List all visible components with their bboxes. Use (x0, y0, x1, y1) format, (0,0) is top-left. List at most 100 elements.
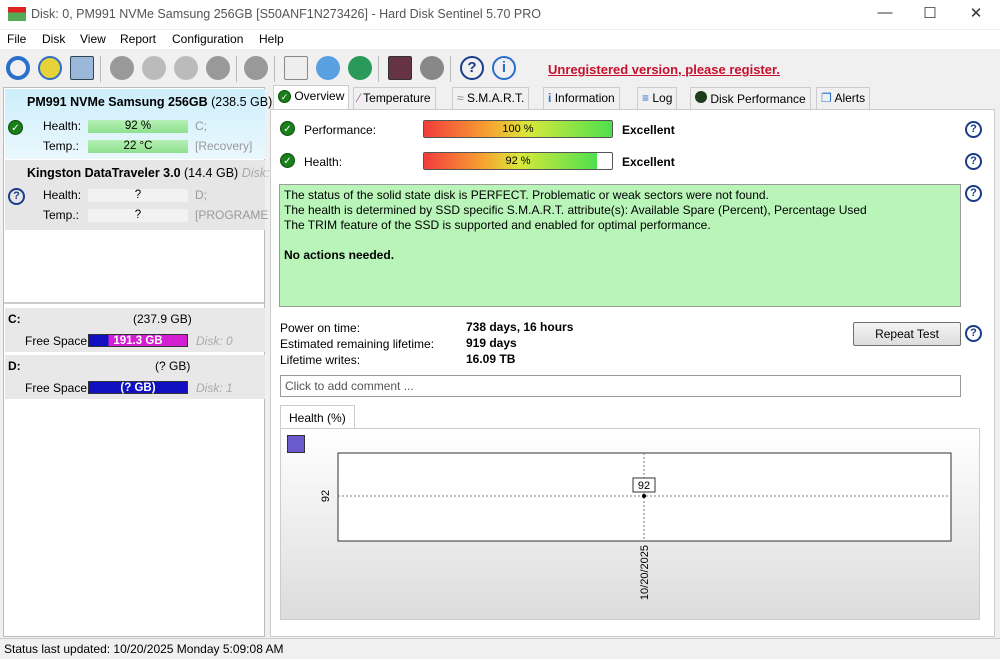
refresh-icon[interactable] (6, 56, 30, 80)
menu-view[interactable]: View (80, 32, 106, 46)
thermometer-icon: ⁄ (358, 91, 360, 105)
volume-disk: Disk: 0 (196, 334, 233, 348)
tab-temperature[interactable]: ⁄ Temperature (353, 87, 436, 109)
minimize-button[interactable]: — (870, 4, 900, 24)
drive-letters: C; (195, 119, 207, 133)
volume-disk: Disk: 1 (196, 381, 233, 395)
disk-size: (14.4 GB) (184, 166, 238, 180)
toolbar: ? i (0, 50, 1000, 86)
alert-icon[interactable] (38, 56, 62, 80)
disk-item-1[interactable]: Kingston DataTraveler 3.0 (14.4 GB) Disk… (5, 160, 265, 230)
sync-icon[interactable] (316, 56, 340, 80)
network-icon[interactable] (348, 56, 372, 80)
performance-help-icon[interactable]: ? (965, 121, 982, 138)
tab-label: S.M.A.R.T. (467, 91, 524, 105)
health-bar: ? (88, 189, 188, 202)
disk-test-icon[interactable] (142, 56, 166, 80)
data-point (642, 494, 646, 498)
menu-file[interactable]: File (7, 32, 26, 46)
performance-ok-icon: ✓ (280, 121, 295, 136)
tab-label: Overview (294, 89, 344, 103)
remaining-lifetime-value: 919 days (466, 336, 517, 350)
health-help-icon[interactable]: ? (965, 153, 982, 170)
tab-label: Alerts (834, 91, 865, 105)
volume-size: (? GB) (155, 359, 190, 373)
register-link[interactable]: Unregistered version, please register. (548, 62, 780, 77)
tab-alerts[interactable]: ❐ Alerts (816, 87, 870, 109)
window-title: Disk: 0, PM991 NVMe Samsung 256GB [S50AN… (31, 7, 541, 21)
health-bar: 92 % (423, 152, 613, 170)
health-chart: 92 92 10/20/2025 (280, 428, 980, 620)
maximize-button[interactable]: ☐ (915, 4, 945, 24)
drive-letters: D; (195, 188, 207, 202)
tab-label: Temperature (363, 91, 430, 105)
action-text: No actions needed. (284, 248, 394, 262)
remaining-lifetime-label: Estimated remaining lifetime: (280, 337, 434, 351)
surface-test-icon[interactable] (110, 56, 134, 80)
report-icon[interactable] (284, 56, 308, 80)
log-icon: ≡ (642, 91, 649, 105)
partition-label: [Recovery] (195, 139, 252, 153)
unknown-status-icon: ? (8, 188, 25, 205)
menu-bar: File Disk View Report Configuration Help (0, 30, 1000, 49)
free-space-label: Free Space (25, 381, 87, 395)
repeat-help-icon[interactable]: ? (965, 325, 982, 342)
disk-name: Kingston DataTraveler 3.0 (27, 166, 181, 180)
tab-smart[interactable]: ≈ S.M.A.R.T. (452, 87, 529, 109)
health-rating: Excellent (622, 155, 675, 169)
monitor-icon[interactable] (388, 56, 412, 80)
disk-ok-icon[interactable] (174, 56, 198, 80)
speaker-icon[interactable] (420, 56, 444, 80)
status-help-icon[interactable]: ? (965, 185, 982, 202)
chart-svg: 92 92 10/20/2025 (281, 429, 981, 621)
free-space-label: Free Space (25, 334, 87, 348)
menu-disk[interactable]: Disk (42, 32, 65, 46)
gauge-icon (695, 91, 707, 103)
volume-d[interactable]: D: (? GB) Free Space (? GB) Disk: 1 (5, 355, 265, 399)
acoustic-icon[interactable] (206, 56, 230, 80)
tab-log[interactable]: ≡ Log (637, 87, 677, 109)
info-icon[interactable]: i (492, 56, 516, 80)
tab-health-chart[interactable]: Health (%) (280, 405, 355, 429)
x-tick-label: 10/20/2025 (639, 545, 651, 600)
menu-help[interactable]: Help (259, 32, 284, 46)
help-icon[interactable]: ? (460, 56, 484, 80)
tab-label: Log (652, 91, 672, 105)
temp-label: Temp.: (43, 139, 79, 153)
menu-configuration[interactable]: Configuration (172, 32, 243, 46)
health-label: Health: (304, 155, 342, 169)
tab-label: Information (555, 91, 615, 105)
free-space-bar: (? GB) (88, 381, 188, 394)
point-label: 92 (638, 480, 650, 492)
performance-value: 100 % (424, 121, 612, 137)
tab-information[interactable]: i Information (543, 87, 620, 109)
ok-check-icon: ✓ (8, 120, 23, 135)
disk-item-0[interactable]: PM991 NVMe Samsung 256GB (238.5 GB) ✓ He… (5, 89, 265, 159)
power-on-label: Power on time: (280, 321, 360, 335)
status-description: The status of the solid state disk is PE… (279, 184, 961, 307)
close-button[interactable]: ✕ (961, 4, 991, 24)
disabled-tool-icon[interactable] (244, 56, 268, 80)
volume-size: (237.9 GB) (133, 312, 192, 326)
lifetime-writes-value: 16.09 TB (466, 352, 515, 366)
performance-bar: 100 % (423, 120, 613, 138)
volume-letter: C: (8, 312, 21, 326)
comment-input[interactable]: Click to add comment ... (280, 375, 961, 397)
info-icon: i (548, 91, 551, 105)
temp-bar: 22 °C (88, 140, 188, 153)
disk-info-icon[interactable] (70, 56, 94, 80)
performance-rating: Excellent (622, 123, 675, 137)
tab-disk-performance[interactable]: Disk Performance (690, 87, 811, 109)
temp-bar: ? (88, 209, 188, 222)
repeat-test-button[interactable]: Repeat Test (853, 322, 961, 346)
volume-c[interactable]: C: (237.9 GB) Free Space 191.3 GB Disk: … (5, 308, 265, 352)
free-space-bar: 191.3 GB (88, 334, 188, 347)
alerts-icon: ❐ (821, 91, 832, 105)
menu-report[interactable]: Report (120, 32, 156, 46)
disk-list-panel: PM991 NVMe Samsung 256GB (238.5 GB) ✓ He… (3, 87, 265, 637)
tab-label: Disk Performance (710, 92, 805, 106)
status-bar: Status last updated: 10/20/2025 Monday 5… (0, 638, 1000, 659)
tab-overview[interactable]: ✓ Overview (273, 85, 349, 109)
app-logo-icon (8, 7, 26, 21)
partition-label: [PROGRAME (195, 208, 268, 222)
